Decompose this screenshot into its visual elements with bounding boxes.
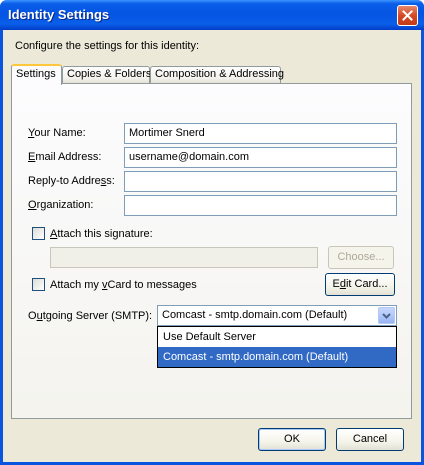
smtp-option-default-server[interactable]: Use Default Server [158, 327, 396, 347]
smtp-select[interactable]: Comcast - smtp.domain.com (Default) [157, 305, 397, 326]
smtp-label: Outgoing Server (SMTP): [28, 310, 153, 322]
attach-signature-label[interactable]: Attach this signature: [50, 228, 153, 240]
email-label: Email Address: [28, 151, 102, 163]
reply-to-label: Reply-to Address: [28, 175, 115, 187]
tab-composition-addressing[interactable]: Composition & Addressing [150, 66, 285, 83]
organization-field[interactable] [124, 195, 397, 216]
ok-button[interactable]: OK [258, 428, 326, 451]
title-bar[interactable]: Identity Settings [0, 0, 424, 30]
chevron-down-icon [382, 312, 391, 319]
tab-copies-folders-label: Copies & Folders [67, 68, 152, 80]
signature-path-field[interactable] [50, 247, 318, 268]
choose-button[interactable]: Choose... [328, 246, 394, 269]
close-button[interactable] [397, 5, 418, 26]
attach-signature-checkbox[interactable] [32, 227, 45, 240]
attach-vcard-label[interactable]: Attach my vCard to messages [50, 279, 197, 291]
tab-composition-addressing-label: Composition & Addressing [155, 68, 285, 80]
tab-settings[interactable]: Settings [11, 64, 62, 85]
smtp-selected-value: Comcast - smtp.domain.com (Default) [162, 309, 348, 321]
reply-to-field[interactable] [124, 171, 397, 192]
edit-card-button[interactable]: Edit Card... [325, 273, 395, 296]
smtp-dropdown-button[interactable] [378, 307, 395, 324]
tab-copies-folders[interactable]: Copies & Folders [62, 66, 152, 83]
organization-label: Organization: [28, 199, 94, 211]
identity-settings-window: Identity Settings Configure the settings… [0, 0, 424, 465]
your-name-label: Your Name: [28, 127, 86, 139]
attach-vcard-checkbox[interactable] [32, 278, 45, 291]
smtp-option-comcast[interactable]: Comcast - smtp.domain.com (Default) [158, 347, 396, 367]
email-field[interactable]: username@domain.com [124, 147, 397, 168]
tab-settings-label: Settings [16, 68, 56, 80]
smtp-dropdown-list: Use Default Server Comcast - smtp.domain… [157, 326, 397, 368]
close-icon [402, 10, 413, 21]
your-name-field[interactable]: Mortimer Snerd [124, 123, 397, 144]
dialog-body: Configure the settings for this identity… [3, 30, 421, 462]
window-title: Identity Settings [8, 7, 110, 22]
cancel-button[interactable]: Cancel [336, 428, 404, 451]
settings-panel: Your Name: Mortimer Snerd Email Address:… [11, 83, 412, 419]
intro-text: Configure the settings for this identity… [15, 40, 200, 52]
